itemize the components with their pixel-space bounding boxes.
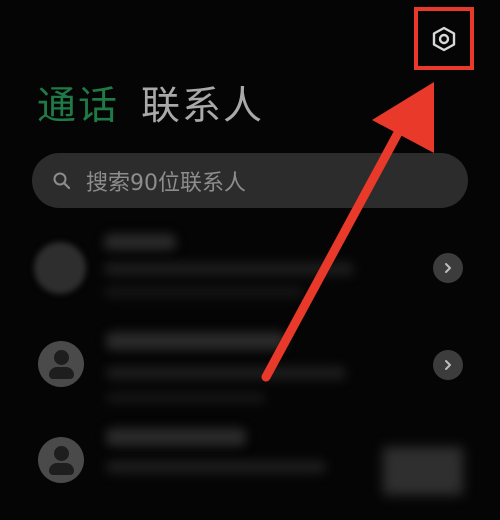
annotation-arrow-icon — [261, 82, 434, 382]
